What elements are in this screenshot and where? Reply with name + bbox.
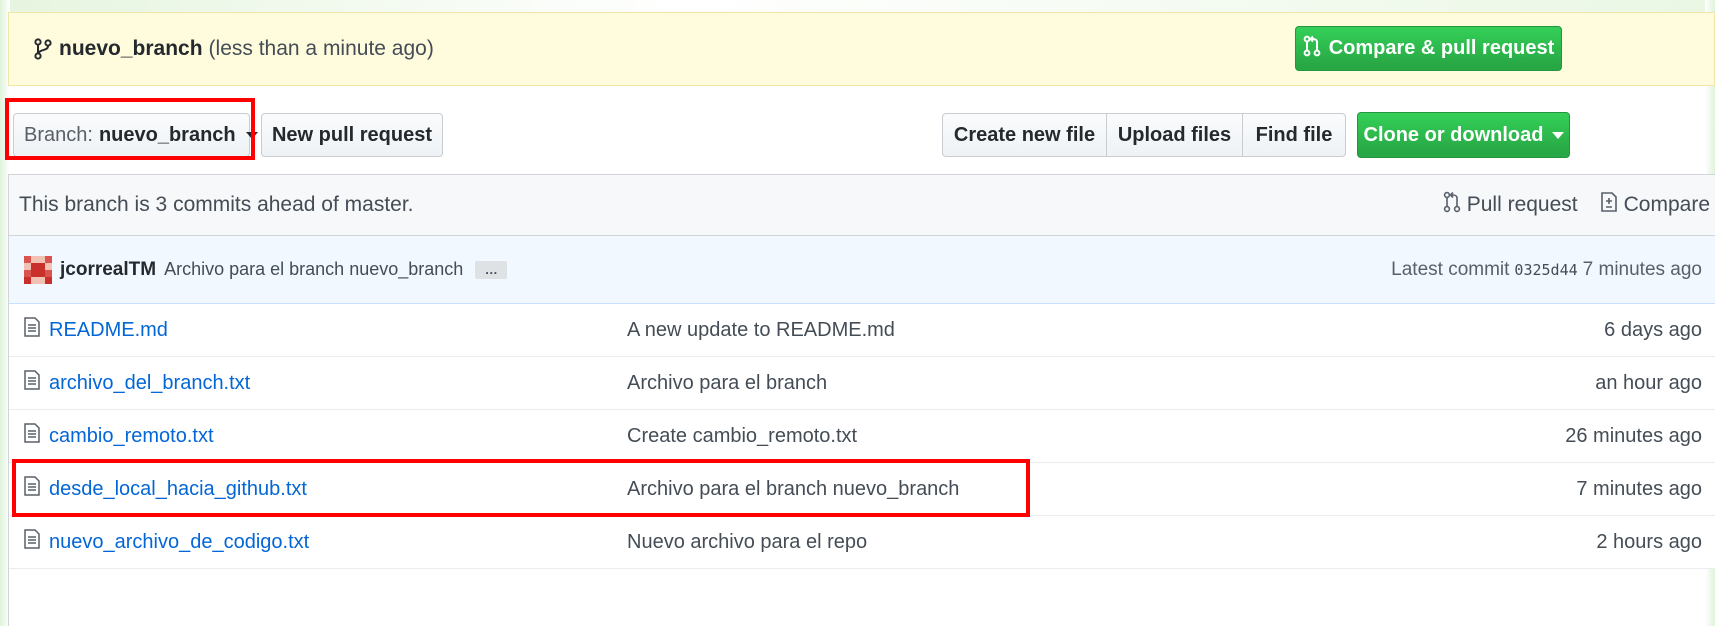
chevron-down-icon: [245, 131, 258, 139]
file-link[interactable]: cambio_remoto.txt: [23, 410, 214, 462]
table-row: cambio_remoto.txt Create cambio_remoto.t…: [9, 410, 1715, 463]
new-pull-request-button[interactable]: New pull request: [261, 113, 443, 157]
file-age: 6 days ago: [1604, 319, 1702, 341]
branch-select-prefix: Branch:: [24, 123, 93, 146]
file-commit-message[interactable]: Create cambio_remoto.txt: [627, 410, 857, 462]
file-icon: [23, 422, 49, 450]
pushed-branch-name[interactable]: nuevo_branch: [59, 37, 203, 61]
chevron-down-icon: [1551, 131, 1564, 139]
commit-author[interactable]: jcorrealTM: [60, 259, 156, 281]
commit-sha[interactable]: 0325d44: [1514, 261, 1577, 279]
git-branch-icon: [33, 38, 53, 60]
file-name: nuevo_archivo_de_codigo.txt: [49, 530, 310, 553]
branch-ahead-bar: This branch is 3 commits ahead of master…: [9, 175, 1715, 236]
pull-request-icon: [1303, 35, 1329, 63]
file-name: archivo_del_branch.txt: [49, 371, 251, 394]
clone-or-download-button[interactable]: Clone or download: [1357, 112, 1570, 158]
background-glow: [0, 0, 1715, 12]
file-link[interactable]: desde_local_hacia_github.txt: [23, 463, 307, 515]
file-diff-icon: [1600, 191, 1624, 219]
compare-pull-request-label: Compare & pull request: [1328, 37, 1555, 59]
pull-request-link[interactable]: Pull request: [1443, 191, 1578, 219]
branch-ahead-text: This branch is 3 commits ahead of master…: [19, 193, 414, 216]
pull-request-icon: [1443, 191, 1467, 219]
file-icon: [23, 369, 49, 397]
latest-commit-info: jcorrealTM Archivo para el branch nuevo_…: [24, 236, 508, 303]
table-row: README.md A new update to README.md 6 da…: [9, 304, 1715, 357]
commit-age: 7 minutes ago: [1582, 258, 1702, 280]
recent-push-info: nuevo_branch (less than a minute ago): [33, 13, 434, 85]
compare-link-label: Compare: [1623, 193, 1710, 216]
file-name: desde_local_hacia_github.txt: [49, 477, 307, 500]
file-age: an hour ago: [1595, 372, 1702, 394]
compare-pull-request-button[interactable]: Compare & pull request: [1295, 26, 1562, 71]
file-age: 26 minutes ago: [1565, 425, 1702, 447]
branch-select-button[interactable]: Branch: nuevo_branch: [13, 113, 258, 157]
pushed-time: (less than a minute ago): [208, 37, 434, 60]
file-commit-message[interactable]: Archivo para el branch nuevo_branch: [627, 463, 959, 515]
pull-request-link-label: Pull request: [1466, 193, 1578, 216]
commit-message[interactable]: Archivo para el branch nuevo_branch: [164, 259, 463, 280]
table-row: desde_local_hacia_github.txt Archivo par…: [9, 463, 1715, 516]
file-link[interactable]: nuevo_archivo_de_codigo.txt: [23, 516, 309, 568]
file-name: cambio_remoto.txt: [49, 424, 214, 447]
file-icon: [23, 316, 49, 344]
file-link[interactable]: README.md: [23, 304, 168, 356]
file-commit-message[interactable]: A new update to README.md: [627, 304, 895, 356]
file-commit-message[interactable]: Nuevo archivo para el repo: [627, 516, 867, 568]
avatar[interactable]: [24, 255, 52, 284]
file-commit-message[interactable]: Archivo para el branch: [627, 357, 827, 409]
create-new-file-button[interactable]: Create new file: [942, 113, 1107, 157]
file-link[interactable]: archivo_del_branch.txt: [23, 357, 250, 409]
find-file-button[interactable]: Find file: [1242, 113, 1346, 157]
file-icon: [23, 528, 49, 556]
file-icon: [23, 475, 49, 503]
table-row: nuevo_archivo_de_codigo.txt Nuevo archiv…: [9, 516, 1715, 569]
latest-commit-prefix: Latest commit: [1391, 258, 1510, 280]
branch-ahead-actions: Pull request Compare: [1421, 175, 1710, 235]
branch-select-value: nuevo_branch: [98, 123, 236, 146]
file-age: 7 minutes ago: [1576, 478, 1702, 500]
file-name: README.md: [49, 318, 168, 341]
latest-commit-bar: jcorrealTM Archivo para el branch nuevo_…: [9, 236, 1715, 304]
compare-link[interactable]: Compare: [1600, 191, 1710, 219]
upload-files-button[interactable]: Upload files: [1106, 113, 1243, 157]
expand-commit-button[interactable]: …: [475, 260, 508, 279]
table-row: archivo_del_branch.txt Archivo para el b…: [9, 357, 1715, 410]
file-listing: This branch is 3 commits ahead of master…: [8, 174, 1715, 626]
file-age: 2 hours ago: [1596, 531, 1702, 553]
clone-or-download-label: Clone or download: [1363, 123, 1544, 146]
latest-commit-meta: Latest commit 0325d44 7 minutes ago: [1391, 236, 1702, 303]
